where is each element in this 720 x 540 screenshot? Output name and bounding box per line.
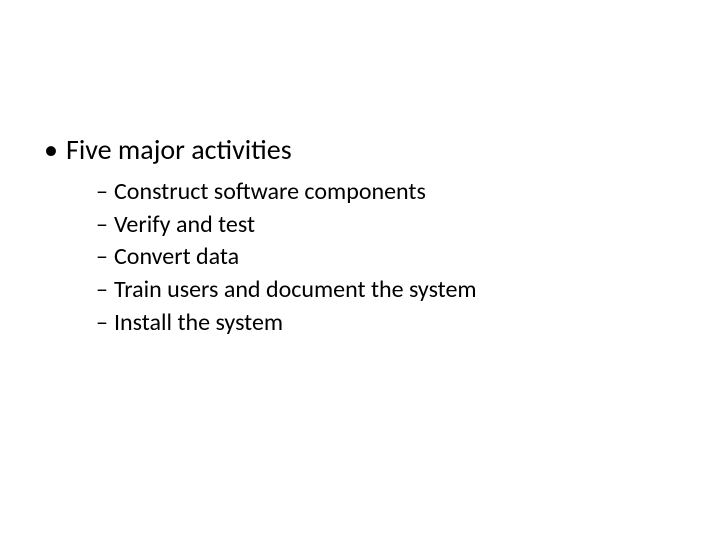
list-item: –Construct software components [96,177,720,208]
list-item-text: Construct software components [114,177,426,206]
list-item-text: Verify and test [114,210,255,239]
dash-bullet-icon: – [96,242,114,273]
dash-bullet-icon: – [96,308,114,339]
bullet-level1: •Five major activities [44,132,720,167]
list-item-text: Train users and document the system [114,275,477,304]
list-item-text: Convert data [114,242,239,271]
list-item: –Install the system [96,308,720,339]
list-item: –Convert data [96,242,720,273]
disc-bullet-icon: • [44,132,66,167]
list-item-text: Install the system [114,308,283,337]
slide: •Five major activities –Construct softwa… [0,0,720,540]
list-item: –Train users and document the system [96,275,720,306]
list-item: –Verify and test [96,210,720,241]
level2-list: –Construct software components –Verify a… [44,177,720,339]
dash-bullet-icon: – [96,275,114,306]
dash-bullet-icon: – [96,177,114,208]
dash-bullet-icon: – [96,210,114,241]
level1-text: Five major activities [66,132,292,167]
